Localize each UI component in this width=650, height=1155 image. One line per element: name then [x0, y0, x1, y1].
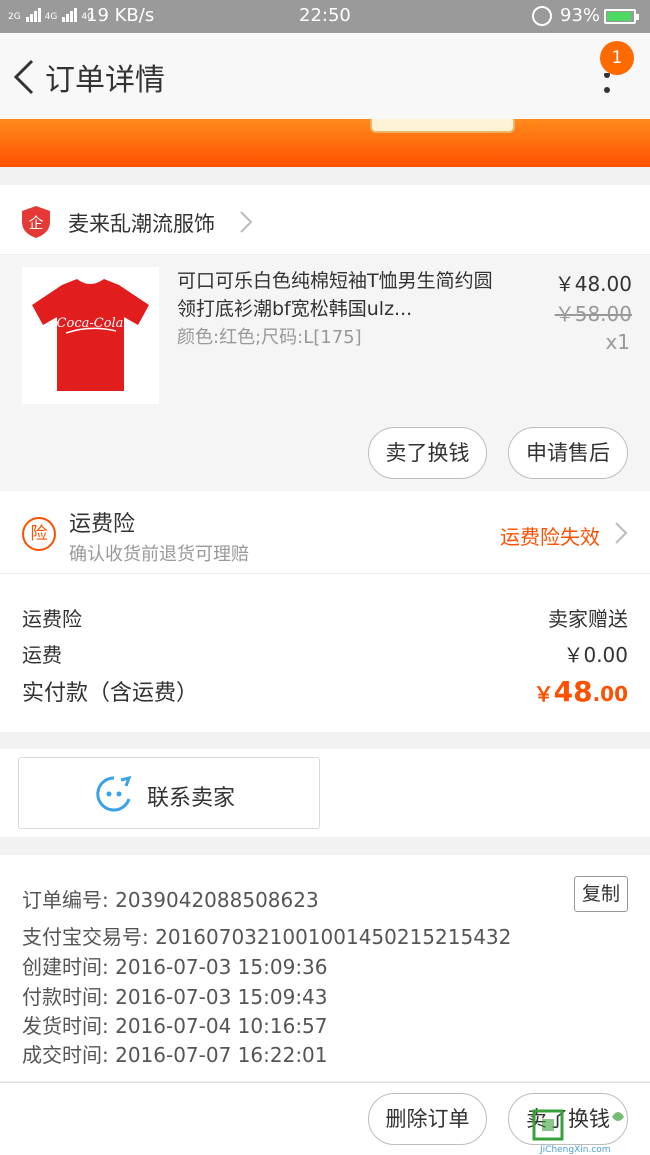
- signal-bars-icon: [25, 6, 41, 22]
- fee-label: 运费: [22, 643, 62, 667]
- insurance-title: 运费险: [69, 512, 136, 537]
- delete-order-button[interactable]: 删除订单: [368, 1093, 487, 1145]
- product-thumbnail[interactable]: Coca-Cola: [22, 267, 159, 404]
- chat-face-icon: [96, 775, 132, 812]
- completed-time: 成交时间: 2016-07-07 16:22:01: [22, 1043, 328, 1067]
- rotation-lock-icon: [532, 6, 552, 26]
- status-time: 22:50: [299, 5, 351, 26]
- network-type-label: 2G: [8, 12, 21, 22]
- product-title[interactable]: 可口可乐白色纯棉短袖T恤男生简约圆领打底衫潮bf宽松韩国ulz...: [177, 267, 507, 323]
- back-arrow-icon[interactable]: [10, 59, 40, 95]
- fee-label: 运费险: [22, 607, 82, 631]
- product-original-price: ￥58.00: [554, 302, 632, 326]
- fee-row-total-paid: 实付款（含运费） ￥48.00: [22, 675, 628, 708]
- bottom-action-bar: 删除订单 卖了换钱 JiChengXin.com: [0, 1082, 650, 1155]
- total-paid-amount: ￥48.00: [534, 675, 628, 708]
- product-sku: 颜色:红色;尺码:L[175]: [177, 327, 362, 348]
- order-item[interactable]: Coca-Cola 可口可乐白色纯棉短袖T恤男生简约圆领打底衫潮bf宽松韩国ul…: [0, 255, 650, 491]
- notification-badge: 1: [600, 41, 634, 75]
- site-watermark-logo: [532, 1109, 624, 1141]
- insurance-status[interactable]: 运费险失效: [500, 521, 600, 550]
- product-quantity: x1: [605, 330, 630, 354]
- fee-summary: 运费险 卖家赠送 运费 ￥0.00 实付款（含运费） ￥48.00: [0, 574, 650, 732]
- order-number: 订单编号: 2039042088508623: [22, 888, 319, 912]
- order-status-banner: [0, 119, 650, 167]
- created-time: 创建时间: 2016-07-03 15:09:36: [22, 955, 328, 979]
- tshirt-image: Coca-Cola: [32, 279, 149, 391]
- shop-icon-label: 企: [28, 214, 43, 232]
- fee-label: 实付款（含运费）: [22, 681, 199, 706]
- sell-for-cash-button[interactable]: 卖了换钱: [368, 427, 487, 479]
- battery-level: [607, 12, 631, 21]
- app-header: 订单详情 1: [0, 33, 650, 119]
- insurance-icon: 险: [22, 517, 56, 551]
- paid-time: 付款时间: 2016-07-03 15:09:43: [22, 985, 328, 1009]
- product-price: ￥48.00: [554, 272, 632, 296]
- status-bar: 2G 4G 4G 19 KB/s 22:50 93%: [0, 0, 650, 33]
- fee-value: ￥0.00: [563, 643, 628, 667]
- fee-value: 卖家赠送: [548, 607, 628, 631]
- contact-seller-button[interactable]: 联系卖家: [18, 757, 320, 829]
- more-vertical-icon[interactable]: [592, 73, 622, 95]
- alipay-transaction-number: 支付宝交易号: 2016070321001001450215215432: [22, 925, 512, 949]
- shipped-time: 发货时间: 2016-07-04 10:16:57: [22, 1014, 328, 1038]
- signal-bars-icon: [62, 6, 78, 22]
- chevron-right-icon: [615, 522, 628, 544]
- currency-symbol: ￥: [533, 682, 554, 706]
- after-sale-button[interactable]: 申请售后: [508, 427, 628, 479]
- fee-row-insurance: 运费险 卖家赠送: [22, 603, 628, 632]
- shop-row[interactable]: 企 麦来乱潮流服饰: [0, 185, 650, 255]
- battery-percent: 93%: [560, 5, 601, 26]
- copy-button[interactable]: 复制: [574, 876, 628, 912]
- order-info: 订单编号: 2039042088508623 复制 支付宝交易号: 201607…: [0, 855, 650, 1081]
- amount-integer: 48: [553, 675, 593, 708]
- enterprise-shield-icon: 企: [22, 206, 50, 238]
- watermark-text: JiChengXin.com: [540, 1145, 611, 1155]
- signal-indicators: 2G 4G 4G: [8, 6, 95, 22]
- network-speed: 19 KB/s: [86, 5, 155, 26]
- battery-icon: [604, 9, 639, 24]
- contact-section: 联系卖家: [0, 749, 650, 837]
- network-type-label: 4G: [44, 12, 58, 22]
- amount-decimal: .00: [592, 682, 628, 706]
- page-title: 订单详情: [45, 63, 165, 98]
- insurance-subtitle: 确认收货前退货可理赔: [69, 544, 249, 565]
- contact-seller-label: 联系卖家: [147, 786, 236, 811]
- banner-illustration: [370, 119, 515, 133]
- chevron-right-icon: [240, 211, 253, 233]
- fee-row-shipping: 运费 ￥0.00: [22, 639, 628, 668]
- shop-name[interactable]: 麦来乱潮流服饰: [68, 208, 215, 238]
- shipping-insurance-row[interactable]: 险 运费险 确认收货前退货可理赔 运费险失效: [0, 491, 650, 574]
